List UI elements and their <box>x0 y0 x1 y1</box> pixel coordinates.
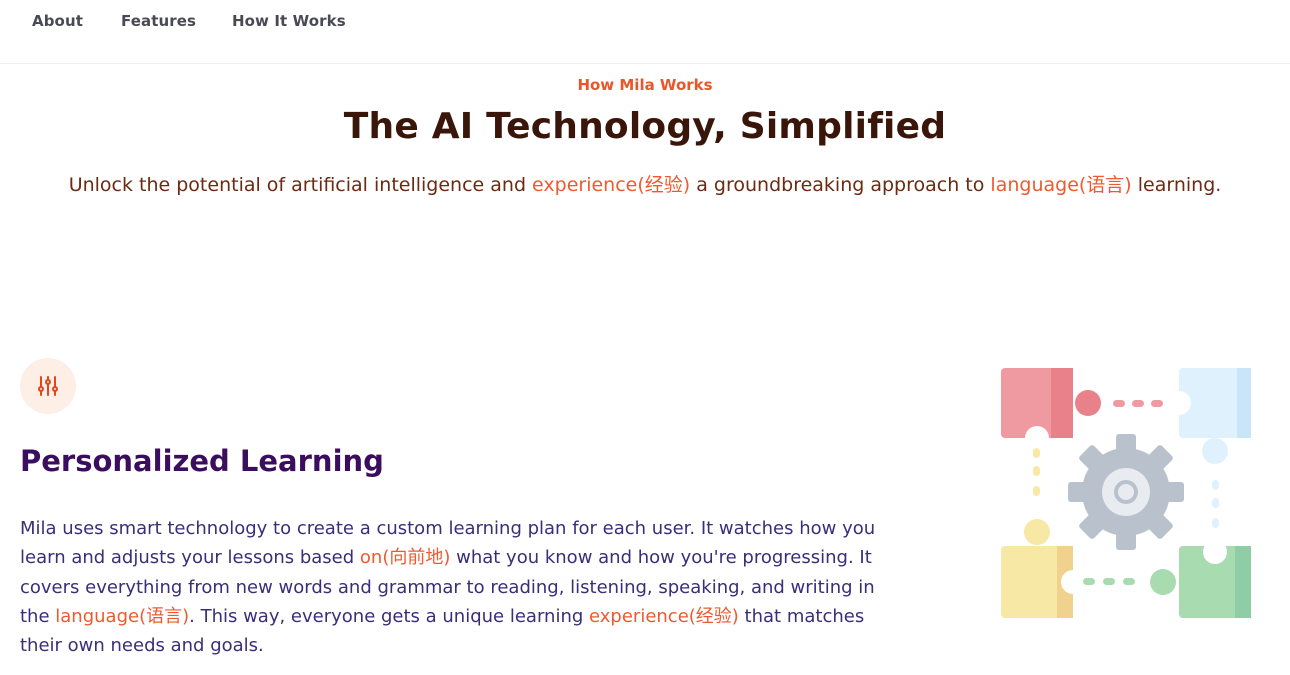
feature-title: Personalized Learning <box>20 444 384 478</box>
hero-subtitle: Unlock the potential of artificial intel… <box>0 170 1290 197</box>
subtitle-highlight-language: language(语言) <box>990 174 1132 196</box>
puzzle-gear-illustration <box>995 362 1257 624</box>
page-title: The AI Technology, Simplified <box>343 106 947 147</box>
subtitle-text: learning. <box>1131 174 1222 196</box>
body-highlight-language: language(语言) <box>55 605 190 627</box>
body-highlight-experience: experience(经验) <box>589 605 739 627</box>
section-eyebrow: How Mila Works <box>577 76 713 94</box>
subtitle-highlight-experience: experience(经验) <box>532 174 691 196</box>
top-navigation: About Features How It Works <box>0 0 1290 64</box>
feature-description: Mila uses smart technology to create a c… <box>20 514 900 660</box>
nav-link-about[interactable]: About <box>32 12 83 30</box>
body-text: . This way, everyone gets a unique learn… <box>189 605 590 627</box>
sliders-icon <box>20 358 76 414</box>
nav-link-features[interactable]: Features <box>121 12 196 30</box>
subtitle-text: Unlock the potential of artificial intel… <box>68 174 533 196</box>
subtitle-text: a groundbreaking approach to <box>690 174 991 196</box>
body-highlight-on: on(向前地) <box>359 547 451 569</box>
nav-link-how-it-works[interactable]: How It Works <box>232 12 346 30</box>
